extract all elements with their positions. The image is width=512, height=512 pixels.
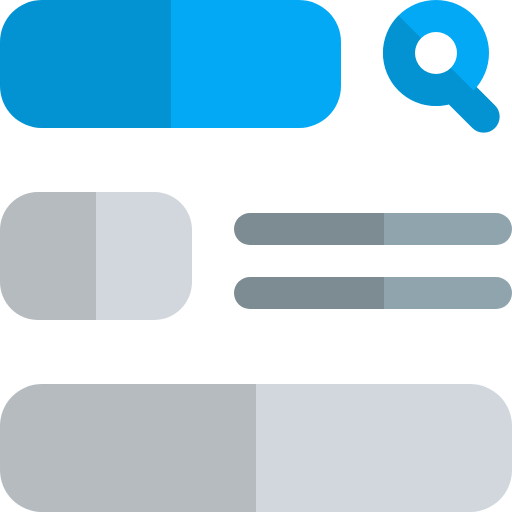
bottom-bar-right-half xyxy=(256,384,512,512)
text-line-1 xyxy=(234,213,512,245)
thumbnail-block xyxy=(0,192,192,320)
text-line-2-right xyxy=(384,277,512,309)
text-line-1-right xyxy=(384,213,512,245)
bottom-bar xyxy=(0,384,512,512)
text-line-1-left xyxy=(234,213,384,245)
thumbnail-left-half xyxy=(0,192,96,320)
text-line-2-left xyxy=(234,277,384,309)
search-icon-lens xyxy=(415,32,457,74)
text-line-2 xyxy=(234,277,512,309)
bottom-bar-left-half xyxy=(0,384,256,512)
icon-canvas xyxy=(0,0,512,512)
search-bar-right-half xyxy=(171,0,341,128)
search-bar-left-half xyxy=(0,0,171,128)
search-bar[interactable] xyxy=(0,0,341,128)
search-icon[interactable] xyxy=(382,0,512,140)
search-list-icon xyxy=(0,0,512,512)
thumbnail-right-half xyxy=(96,192,192,320)
